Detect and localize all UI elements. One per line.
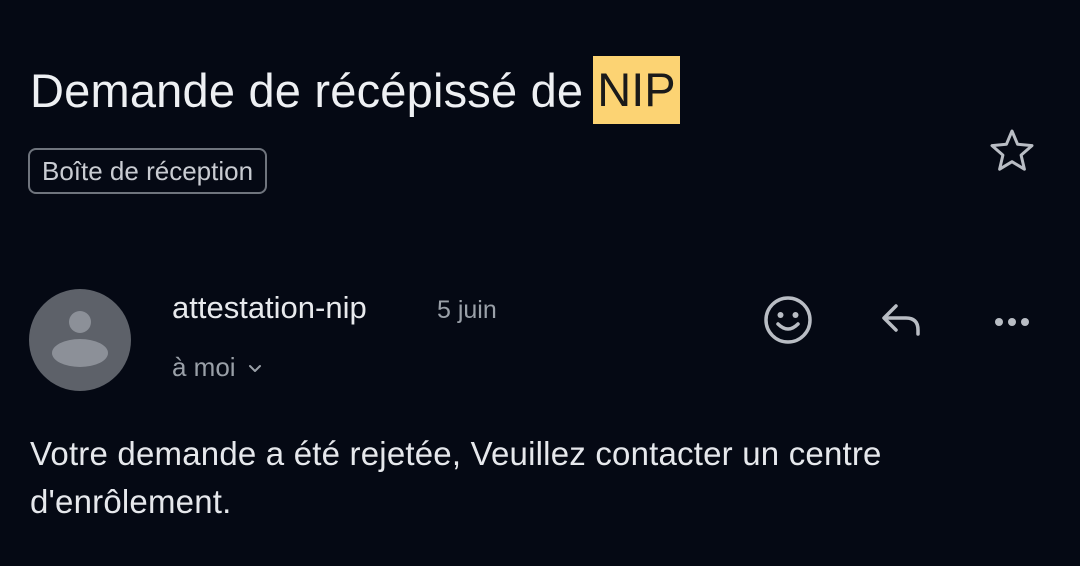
subject-search-highlight: NIP — [593, 56, 680, 124]
more-options-button[interactable] — [982, 290, 1042, 350]
sent-date: 5 juin — [437, 296, 497, 324]
reply-button[interactable] — [870, 290, 930, 350]
person-icon — [52, 311, 108, 367]
inbox-label-chip[interactable]: Boîte de réception — [28, 148, 268, 194]
emoji-reaction-button[interactable] — [758, 290, 818, 350]
more-dots-icon — [995, 318, 1029, 326]
recipient-text: à moi — [172, 352, 236, 382]
sender-name: attestation-nip — [172, 290, 367, 325]
smiley-icon — [764, 296, 812, 344]
reply-arrow-icon — [882, 304, 920, 336]
chevron-down-icon — [246, 359, 264, 377]
inbox-label-text: Boîte de réception — [42, 155, 254, 186]
subject-text: Demande de récépissé de — [30, 63, 584, 117]
sender-avatar[interactable] — [29, 289, 131, 391]
email-body: Votre demande a été rejetée, Veuillez co… — [30, 435, 882, 520]
recipient-details-toggle[interactable]: à moi — [172, 352, 264, 383]
star-icon — [990, 129, 1034, 171]
email-subject: Demande de récépissé de NIP — [30, 52, 680, 128]
star-button[interactable] — [986, 124, 1038, 176]
